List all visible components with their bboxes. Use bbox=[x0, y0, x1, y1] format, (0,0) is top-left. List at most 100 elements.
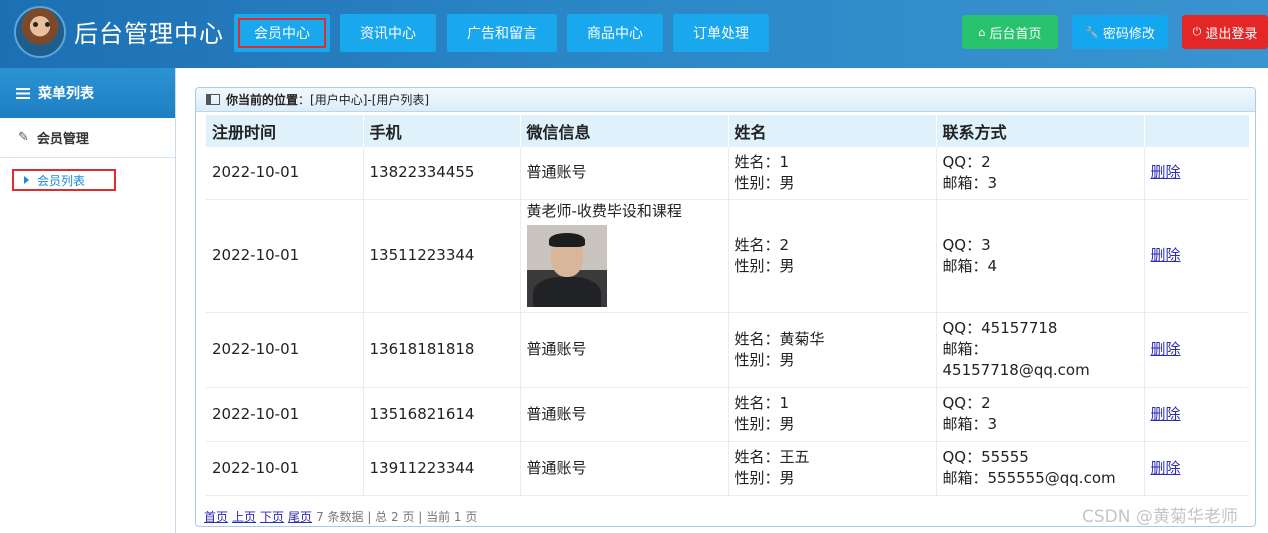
name-line: 姓名：黄菊华 bbox=[734, 329, 825, 348]
cell-action: 删除 bbox=[1144, 147, 1249, 200]
cell-contact: QQ：2 邮箱：3 bbox=[936, 147, 1145, 200]
email-line: 邮箱：555555@qq.com bbox=[942, 469, 1116, 487]
gender-line: 性别：男 bbox=[734, 173, 795, 192]
qq-line: QQ：2 bbox=[942, 394, 991, 412]
qq-line: QQ：2 bbox=[942, 152, 991, 171]
sidebar-group-label: 会员管理 bbox=[36, 132, 89, 147]
site-title: 后台管理中心 bbox=[74, 20, 224, 48]
change-password-label: 密码修改 bbox=[1102, 26, 1155, 42]
column-header: 联系方式 bbox=[936, 115, 1145, 147]
cell-phone: 13911223344 bbox=[363, 441, 521, 496]
power-icon: ⏻ bbox=[1192, 25, 1202, 38]
cell-contact: QQ：3 邮箱：4 bbox=[936, 199, 1145, 313]
cell-name: 姓名：2 性别：男 bbox=[728, 199, 937, 313]
breadcrumb-path: ：[用户中心]-[用户列表] bbox=[298, 93, 430, 107]
wechat-nickname: 黄老师-收费毕设和课程 bbox=[526, 202, 682, 220]
home-icon: ⌂ bbox=[978, 25, 986, 39]
gender-line: 性别：男 bbox=[734, 415, 795, 433]
table-row: 2022-10-01 13516821614 普通账号 姓名：1 性别：男 QQ：… bbox=[206, 387, 1249, 442]
delete-link[interactable]: 删除 bbox=[1151, 340, 1181, 358]
home-button[interactable]: ⌂ 后台首页 bbox=[962, 15, 1058, 49]
email-line: 邮箱： bbox=[942, 340, 988, 358]
list-icon bbox=[16, 87, 30, 99]
name-line: 姓名：1 bbox=[734, 152, 790, 171]
sidebar-item-member-list[interactable]: 会员列表 bbox=[12, 169, 116, 191]
pager-next[interactable]: 下页 bbox=[260, 510, 284, 524]
table-row: 2022-10-01 13618181818 普通账号 姓名：黄菊华 性别：男 Q… bbox=[206, 312, 1249, 388]
edit-icon: ✎ bbox=[18, 130, 29, 145]
qq-line: QQ：45157718 bbox=[942, 319, 1058, 337]
pager-last[interactable]: 尾页 bbox=[288, 510, 312, 524]
sidebar-title: 菜单列表 bbox=[38, 86, 94, 102]
nav-order-processing[interactable]: 订单处理 bbox=[673, 14, 769, 52]
cell-name: 姓名：1 性别：男 bbox=[728, 147, 937, 200]
delete-link[interactable]: 删除 bbox=[1151, 459, 1181, 477]
cell-wechat: 黄老师-收费毕设和课程 bbox=[520, 199, 729, 313]
cell-contact: QQ：45157718 邮箱： 45157718@qq.com bbox=[936, 312, 1145, 388]
cell-date: 2022-10-01 bbox=[206, 441, 364, 496]
email-line: 邮箱：3 bbox=[942, 173, 998, 192]
name-line: 姓名：1 bbox=[734, 394, 790, 412]
table-row: 2022-10-01 13911223344 普通账号 姓名：王五 性别：男 QQ… bbox=[206, 441, 1249, 496]
breadcrumb-label: 你当前的位置 bbox=[226, 93, 299, 107]
home-button-label: 后台首页 bbox=[989, 26, 1042, 42]
cell-wechat: 普通账号 bbox=[520, 387, 729, 442]
caret-right-icon bbox=[24, 176, 29, 184]
cell-date: 2022-10-01 bbox=[206, 387, 364, 442]
pager-info: 7 条数据 | 总 2 页 | 当前 1 页 bbox=[316, 510, 478, 524]
wrench-icon: 🔧 bbox=[1085, 25, 1099, 39]
nav-news-center[interactable]: 资讯中心 bbox=[340, 14, 436, 52]
column-header: 手机 bbox=[363, 115, 521, 147]
cell-action: 删除 bbox=[1144, 441, 1249, 496]
sidebar: 菜单列表 ✎ 会员管理 会员列表 bbox=[0, 68, 176, 533]
nav-member-center[interactable]: 会员中心 bbox=[234, 14, 330, 52]
cell-action: 删除 bbox=[1144, 312, 1249, 388]
cell-contact: QQ：55555 邮箱：555555@qq.com bbox=[936, 441, 1145, 496]
qq-line: QQ：3 bbox=[942, 235, 991, 254]
email-line: 邮箱：3 bbox=[942, 415, 998, 433]
cell-name: 姓名：黄菊华 性别：男 bbox=[728, 312, 937, 388]
delete-link[interactable]: 删除 bbox=[1151, 163, 1181, 181]
gender-line: 性别：男 bbox=[734, 469, 795, 487]
cell-action: 删除 bbox=[1144, 199, 1249, 313]
table-row: 2022-10-01 13511223344 黄老师-收费毕设和课程 姓名：2 性… bbox=[206, 199, 1249, 313]
cell-name: 姓名：1 性别：男 bbox=[728, 387, 937, 442]
pagination: 首页 上页 下页 尾页 7 条数据 | 总 2 页 | 当前 1 页 bbox=[204, 508, 477, 525]
logo-avatar bbox=[14, 6, 66, 58]
delete-link[interactable]: 删除 bbox=[1151, 246, 1181, 264]
gender-line: 性别：男 bbox=[734, 256, 795, 275]
gender-line: 性别：男 bbox=[734, 350, 795, 369]
nav-ads-messages[interactable]: 广告和留言 bbox=[447, 14, 557, 52]
cell-date: 2022-10-01 bbox=[206, 312, 364, 388]
cell-phone: 13516821614 bbox=[363, 387, 521, 442]
nav-goods-center[interactable]: 商品中心 bbox=[567, 14, 663, 52]
name-line: 姓名：2 bbox=[734, 235, 790, 254]
column-header bbox=[1144, 115, 1249, 147]
delete-link[interactable]: 删除 bbox=[1151, 405, 1181, 423]
wechat-avatar-photo bbox=[526, 225, 607, 307]
user-table: 注册时间 手机 微信信息 姓名 联系方式 2022-10-01 13822334… bbox=[206, 115, 1249, 496]
cell-wechat: 普通账号 bbox=[520, 147, 729, 200]
change-password-button[interactable]: 🔧 密码修改 bbox=[1072, 15, 1168, 49]
watermark: CSDN @黄菊华老师 bbox=[1082, 507, 1238, 527]
column-header: 姓名 bbox=[728, 115, 937, 147]
logout-label: 退出登录 bbox=[1205, 26, 1258, 42]
cell-name: 姓名：王五性别：男 bbox=[728, 441, 937, 496]
top-header: 后台管理中心 会员中心 资讯中心 广告和留言 商品中心 订单处理 ⌂ 后台首页 … bbox=[0, 0, 1268, 68]
column-header: 微信信息 bbox=[520, 115, 729, 147]
name-line: 姓名：王五 bbox=[734, 448, 810, 466]
pager-prev[interactable]: 上页 bbox=[232, 510, 256, 524]
cell-date: 2022-10-01 bbox=[206, 147, 364, 200]
qq-line: QQ：55555 bbox=[942, 448, 1029, 466]
main-panel: 你当前的位置：[用户中心]-[用户列表] 注册时间 手机 微信信息 姓名 联系方… bbox=[195, 87, 1256, 527]
sidebar-header: 菜单列表 bbox=[0, 68, 175, 118]
sidebar-item-label: 会员列表 bbox=[37, 173, 86, 188]
table-row: 2022-10-01 13822334455 普通账号 姓名：1 性别：男 QQ：… bbox=[206, 147, 1249, 200]
column-header: 注册时间 bbox=[206, 115, 364, 147]
pager-first[interactable]: 首页 bbox=[204, 510, 228, 524]
logout-button[interactable]: ⏻ 退出登录 bbox=[1182, 15, 1268, 49]
cell-wechat: 普通账号 bbox=[520, 312, 729, 388]
cell-phone: 13618181818 bbox=[363, 312, 521, 388]
sidebar-group-member-management[interactable]: ✎ 会员管理 bbox=[0, 118, 175, 158]
breadcrumb: 你当前的位置：[用户中心]-[用户列表] bbox=[196, 88, 1255, 112]
